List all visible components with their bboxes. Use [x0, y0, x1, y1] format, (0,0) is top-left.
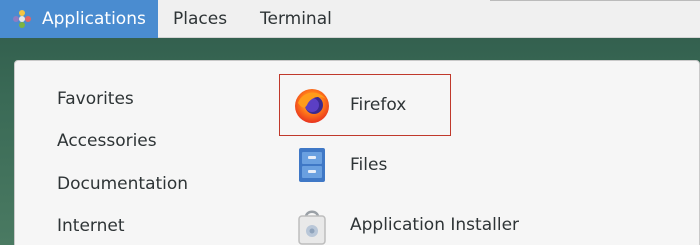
app-label: Firefox [350, 95, 407, 115]
category-label: Documentation [57, 174, 189, 194]
category-label: Internet [57, 216, 125, 236]
app-label: Files [350, 155, 388, 175]
top-bar: Applications Places Terminal [0, 0, 700, 38]
app-label: Application Installer [350, 215, 520, 235]
terminal-label: Terminal [260, 9, 332, 29]
applications-label: Applications [42, 9, 146, 29]
application-installer-icon [292, 205, 332, 245]
category-internet[interactable]: Internet [57, 216, 125, 236]
terminal-menu-button[interactable]: Terminal [260, 0, 332, 38]
applications-icon [12, 9, 32, 29]
app-application-installer[interactable]: Application Installer [280, 196, 519, 245]
category-documentation[interactable]: Documentation [57, 174, 188, 194]
category-accessories[interactable]: Accessories [57, 131, 157, 151]
app-files[interactable]: Files [280, 136, 387, 194]
places-menu-button[interactable]: Places [173, 0, 227, 38]
files-icon [292, 145, 332, 185]
applications-menu-button[interactable]: Applications [0, 0, 158, 38]
firefox-icon [292, 85, 332, 125]
app-firefox[interactable]: Firefox [280, 76, 406, 134]
category-favorites[interactable]: Favorites [57, 89, 134, 109]
category-label: Favorites [57, 89, 134, 109]
topbar-divider [490, 0, 700, 1]
places-label: Places [173, 9, 228, 29]
category-label: Accessories [57, 131, 157, 151]
